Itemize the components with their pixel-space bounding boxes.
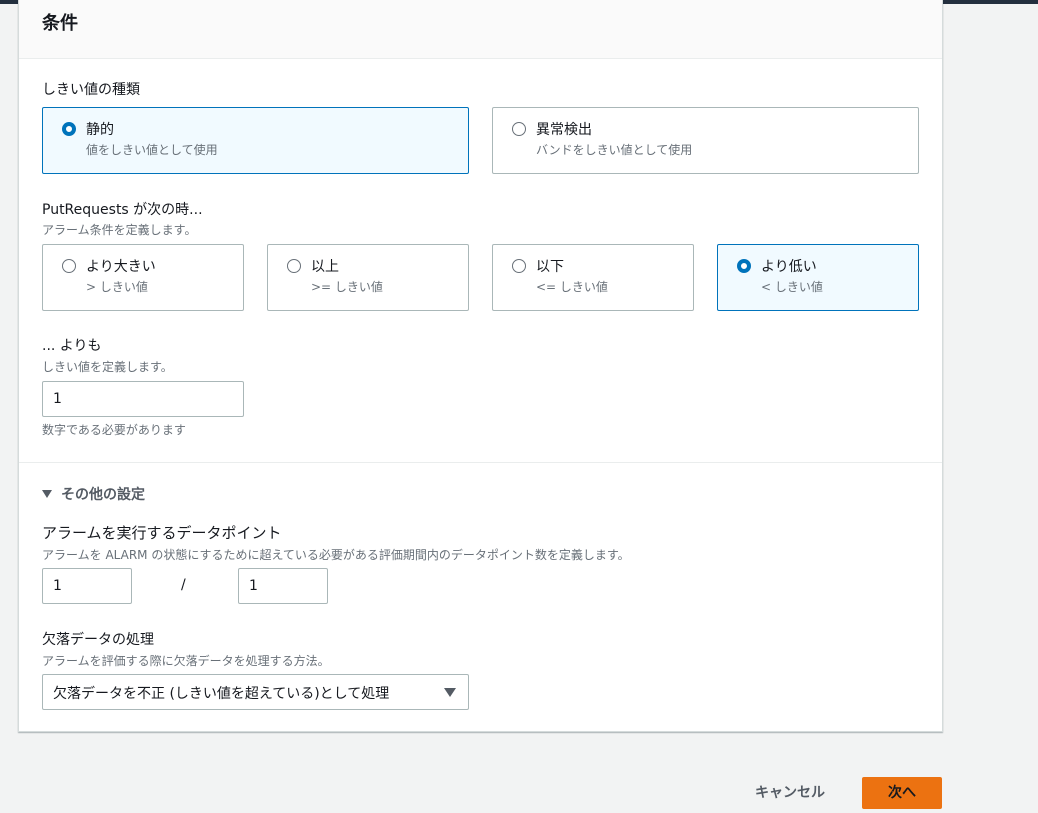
datapoints-separator: / <box>181 577 186 593</box>
panel-title: 条件 <box>42 13 78 34</box>
next-button[interactable]: 次へ <box>862 777 942 809</box>
datapoints-description: アラームを ALARM の状態にするために超えている必要がある評価期間内のデータ… <box>42 548 630 562</box>
tile-subtitle: > しきい値 <box>86 280 148 294</box>
datapoints-to-alarm-input[interactable] <box>42 568 132 604</box>
caret-down-icon <box>42 490 52 498</box>
threshold-type-static-tile[interactable]: 静的 値をしきい値として使用 <box>42 107 469 174</box>
missing-data-description: アラームを評価する際に欠落データを処理する方法。 <box>42 654 330 668</box>
conditions-panel: 条件 しきい値の種類 静的 値をしきい値として使用 異常検出 バンドをしきい値と… <box>18 0 943 732</box>
tile-title: 静的 <box>86 122 114 138</box>
radio-static[interactable] <box>62 122 76 136</box>
cancel-button[interactable]: キャンセル <box>738 777 842 809</box>
datapoints-label: アラームを実行するデータポイント <box>42 524 282 542</box>
evaluation-periods-input[interactable] <box>238 568 328 604</box>
tile-subtitle: < しきい値 <box>761 280 823 294</box>
tile-subtitle: バンドをしきい値として使用 <box>536 143 693 157</box>
tile-subtitle: <= しきい値 <box>536 280 608 294</box>
additional-config-toggle[interactable]: その他の設定 <box>42 484 145 504</box>
tile-title: より低い <box>761 259 817 275</box>
tile-title: 以下 <box>536 259 564 275</box>
tile-title: 以上 <box>311 259 339 275</box>
radio-less-equal[interactable] <box>512 259 526 273</box>
radio-less[interactable] <box>737 259 751 273</box>
condition-greater-equal-tile[interactable]: 以上 >= しきい値 <box>267 244 469 311</box>
condition-label: PutRequests が次の時... <box>42 202 203 218</box>
missing-data-label: 欠落データの処理 <box>42 632 154 648</box>
condition-less-equal-tile[interactable]: 以下 <= しきい値 <box>492 244 694 311</box>
condition-description: アラーム条件を定義します。 <box>42 223 197 237</box>
threshold-value-label: ... よりも <box>42 338 102 354</box>
threshold-type-anomaly-tile[interactable]: 異常検出 バンドをしきい値として使用 <box>492 107 919 174</box>
tile-title: 異常検出 <box>536 122 592 138</box>
threshold-value-hint: 数字である必要があります <box>42 423 186 437</box>
radio-greater[interactable] <box>62 259 76 273</box>
condition-less-tile[interactable]: より低い < しきい値 <box>717 244 919 311</box>
tile-subtitle: 値をしきい値として使用 <box>86 143 218 157</box>
radio-greater-equal[interactable] <box>287 259 301 273</box>
threshold-value-input[interactable] <box>42 381 244 417</box>
tile-subtitle: >= しきい値 <box>311 280 383 294</box>
threshold-value-description: しきい値を定義します。 <box>42 360 173 374</box>
tile-title: より大きい <box>86 259 156 275</box>
missing-data-select[interactable]: 欠落データを不正 (しきい値を超えている)として処理 <box>42 674 469 710</box>
section-divider <box>19 462 942 463</box>
threshold-type-label: しきい値の種類 <box>42 82 140 98</box>
condition-greater-tile[interactable]: より大きい > しきい値 <box>42 244 244 311</box>
caret-down-icon <box>444 688 456 697</box>
missing-data-selected-value: 欠落データを不正 (しきい値を超えている)として処理 <box>53 686 390 702</box>
additional-config-label: その他の設定 <box>61 487 145 503</box>
panel-header: 条件 <box>19 0 942 59</box>
radio-anomaly[interactable] <box>512 122 526 136</box>
